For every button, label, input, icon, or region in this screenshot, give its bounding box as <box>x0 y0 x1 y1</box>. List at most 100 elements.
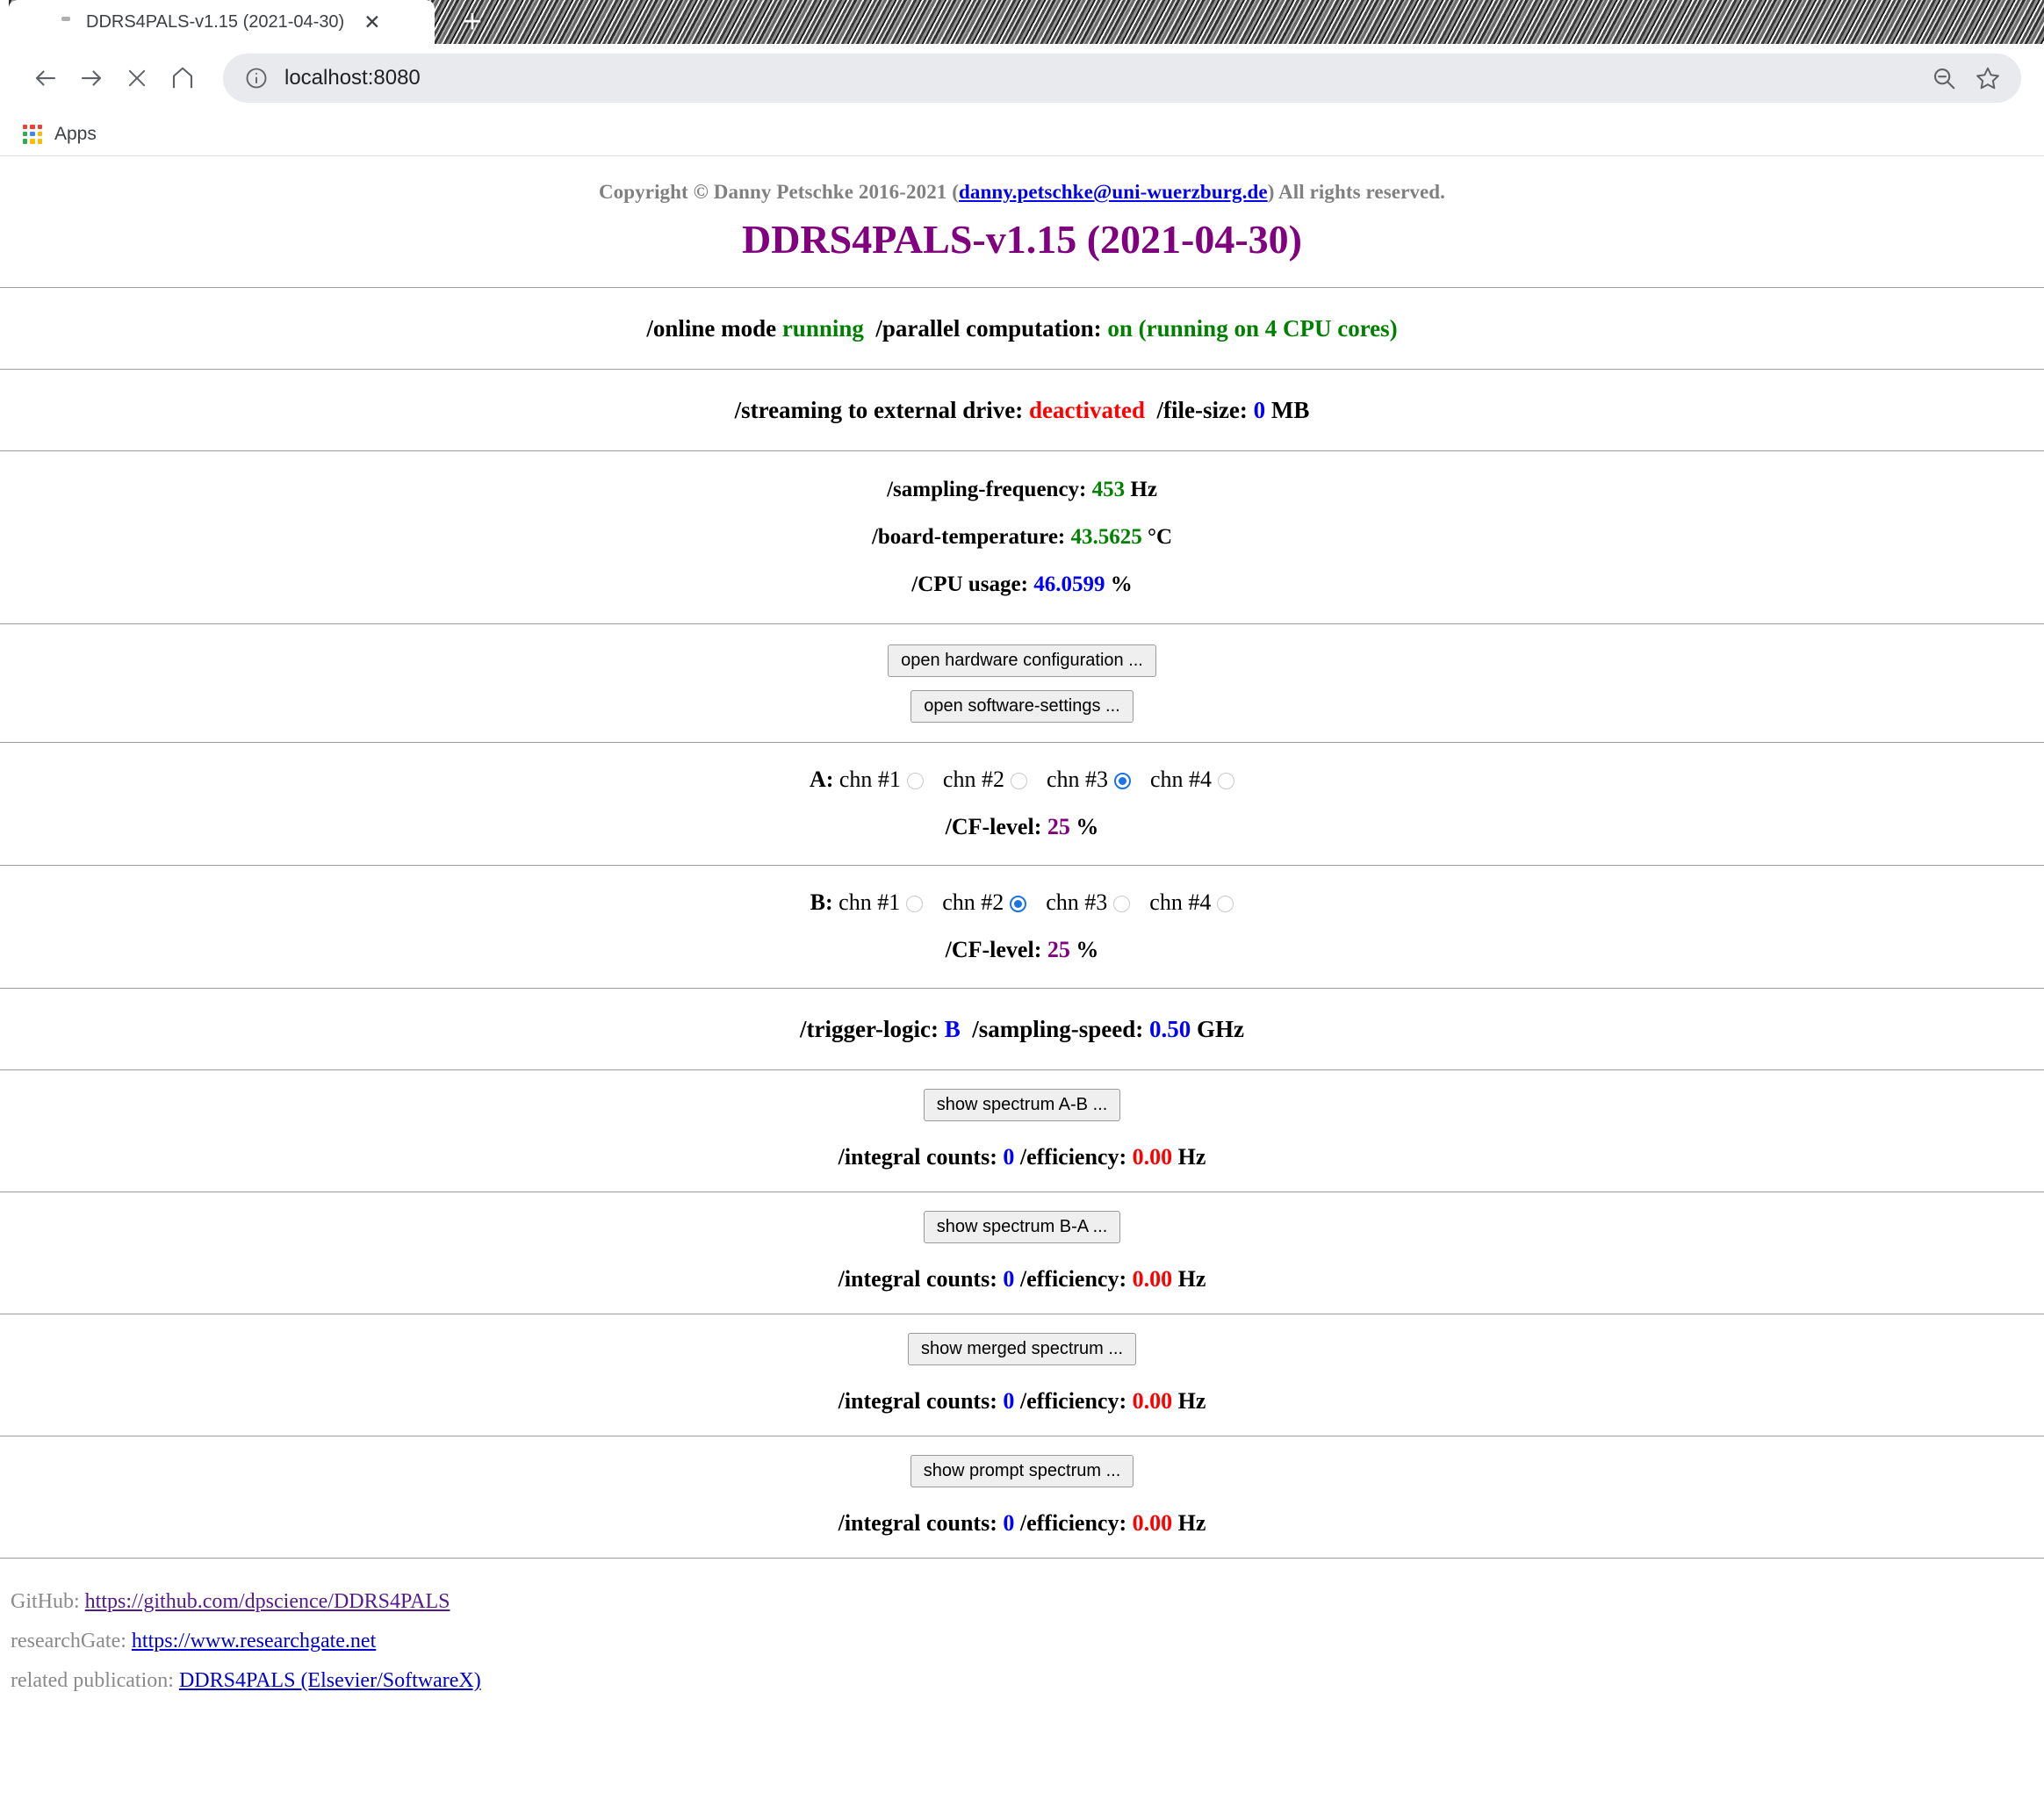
configuration-buttons-block: open hardware configuration ... open sof… <box>0 625 2044 742</box>
channel-b-cf-level-row: /CF-level: 25 % <box>0 916 2044 988</box>
efficiency-label: /efficiency: <box>1019 1144 1127 1170</box>
new-tab-button[interactable]: + <box>457 5 488 39</box>
spectrum-ba-counts-row: /integral counts: 0 /efficiency: 0.00 Hz <box>0 1249 2044 1314</box>
channel-b-radio-2[interactable] <box>1010 896 1027 912</box>
page-content: Copyright © Danny Petschke 2016-2021 (da… <box>0 156 2044 1701</box>
page-favicon-icon <box>61 16 70 21</box>
channel-b-radio-1[interactable] <box>906 896 924 912</box>
zoom-out-icon[interactable] <box>1925 59 1963 97</box>
tab-close-icon[interactable]: ✕ <box>363 11 380 32</box>
channel-a-cf-value: 25 <box>1047 814 1070 839</box>
address-bar[interactable]: localhost:8080 <box>223 54 2021 103</box>
footer-github-label: GitHub: <box>11 1590 80 1613</box>
channel-b-option-3-label: chn #3 <box>1046 889 1108 915</box>
publication-link[interactable]: DDRS4PALS (Elsevier/SoftwareX) <box>179 1669 481 1692</box>
sampling-speed-label: /sampling-speed: <box>972 1016 1144 1042</box>
merged-spectrum-button-block: show merged spectrum ... <box>0 1315 2044 1371</box>
home-button-icon[interactable] <box>160 55 205 101</box>
merged-spectrum-counts-value: 0 <box>1003 1388 1015 1414</box>
channel-b-radio-4[interactable] <box>1217 896 1234 912</box>
channel-b-prefix: B: <box>810 889 833 915</box>
channel-b-radio-3[interactable] <box>1113 896 1131 912</box>
site-info-icon[interactable] <box>244 66 269 90</box>
copyright-notice: Copyright © Danny Petschke 2016-2021 (da… <box>0 169 2044 212</box>
channel-a-radio-2[interactable] <box>1010 773 1027 789</box>
efficiency-unit: Hz <box>1177 1388 1206 1414</box>
integral-counts-label: /integral counts: <box>838 1266 997 1292</box>
tab-strip: DDRS4PALS-v1.15 (2021-04-30) ✕ + <box>0 0 2044 44</box>
back-button-icon[interactable] <box>23 55 68 101</box>
spectrum-ab-button-block: show spectrum A-B ... <box>0 1071 2044 1127</box>
sampling-frequency-value: 453 <box>1091 478 1126 501</box>
github-link[interactable]: https://github.com/dpscience/DDRS4PALS <box>85 1590 450 1613</box>
parallel-computation-label: /parallel computation: <box>875 315 1102 342</box>
efficiency-label: /efficiency: <box>1019 1266 1127 1292</box>
browser-tab-active[interactable]: DDRS4PALS-v1.15 (2021-04-30) ✕ <box>9 0 435 44</box>
page-footer: GitHub: https://github.com/dpscience/DDR… <box>0 1559 2044 1701</box>
browser-tab-title: DDRS4PALS-v1.15 (2021-04-30) <box>86 11 345 32</box>
channel-a-radio-1[interactable] <box>906 773 924 789</box>
spectrum-ba-button-block: show spectrum B-A ... <box>0 1193 2044 1249</box>
author-email-link[interactable]: danny.petschke@uni-wuerzburg.de <box>959 181 1268 203</box>
trigger-logic-value: B <box>944 1016 961 1042</box>
show-spectrum-ab-button[interactable]: show spectrum A-B ... <box>923 1089 1121 1121</box>
spectrum-ab-efficiency-value: 0.00 <box>1132 1144 1173 1170</box>
efficiency-unit: Hz <box>1177 1510 1206 1536</box>
prompt-spectrum-button-block: show prompt spectrum ... <box>0 1437 2044 1493</box>
copyright-prefix: Copyright © Danny Petschke 2016-2021 ( <box>598 181 960 203</box>
cpu-usage-label: /CPU usage: <box>911 572 1028 596</box>
stop-loading-icon[interactable] <box>114 55 160 101</box>
channel-a-cf-level-row: /CF-level: 25 % <box>0 793 2044 865</box>
footer-github-row: GitHub: https://github.com/dpscience/DDR… <box>11 1582 2044 1622</box>
sampling-frequency-unit: Hz <box>1130 478 1157 501</box>
integral-counts-label: /integral counts: <box>838 1510 997 1536</box>
file-size-label: /file-size: <box>1156 397 1248 423</box>
prompt-spectrum-efficiency-value: 0.00 <box>1132 1510 1173 1536</box>
show-merged-spectrum-button[interactable]: show merged spectrum ... <box>907 1333 1137 1365</box>
researchgate-link[interactable]: https://www.researchgate.net <box>132 1630 376 1652</box>
apps-grid-icon <box>23 124 42 144</box>
integral-counts-label: /integral counts: <box>838 1144 997 1170</box>
footer-researchgate-label: researchGate: <box>11 1630 126 1652</box>
show-prompt-spectrum-button[interactable]: show prompt spectrum ... <box>910 1455 1134 1487</box>
efficiency-unit: Hz <box>1177 1144 1206 1170</box>
footer-researchgate-row: researchGate: https://www.researchgate.n… <box>11 1622 2044 1661</box>
channel-a-radio-4[interactable] <box>1218 773 1235 789</box>
cpu-usage-unit: % <box>1110 572 1133 596</box>
sampling-frequency-row: /sampling-frequency: 453 Hz <box>0 466 2044 514</box>
trigger-logic-row: /trigger-logic: B /sampling-speed: 0.50 … <box>0 990 2044 1069</box>
browser-toolbar: localhost:8080 <box>0 44 2044 112</box>
bookmark-apps-label: Apps <box>54 123 97 144</box>
channel-a-option-3-label: chn #3 <box>1046 767 1109 792</box>
open-software-settings-button[interactable]: open software-settings ... <box>910 690 1134 723</box>
bookmark-star-icon[interactable] <box>1968 59 2007 97</box>
online-mode-value: running <box>781 315 864 342</box>
bookmark-apps-shortcut[interactable]: Apps <box>16 120 104 148</box>
prompt-spectrum-counts-value: 0 <box>1003 1510 1015 1536</box>
show-spectrum-ba-button[interactable]: show spectrum B-A ... <box>923 1211 1121 1243</box>
cpu-usage-row: /CPU usage: 46.0599 % <box>0 561 2044 608</box>
streaming-label: /streaming to external drive: <box>734 397 1024 423</box>
channel-a-option-2-label: chn #2 <box>942 767 1004 792</box>
spectrum-ab-counts-row: /integral counts: 0 /efficiency: 0.00 Hz <box>0 1127 2044 1192</box>
spectrum-ba-counts-value: 0 <box>1003 1266 1015 1292</box>
efficiency-label: /efficiency: <box>1019 1510 1127 1536</box>
file-size-value: 0 <box>1253 397 1266 423</box>
board-temperature-value: 43.5625 <box>1070 525 1142 549</box>
channel-a-radio-3[interactable] <box>1114 773 1132 789</box>
board-temperature-row: /board-temperature: 43.5625 °C <box>0 514 2044 561</box>
channel-a-prefix: A: <box>809 767 834 792</box>
copyright-suffix: ) All rights reserved. <box>1267 181 1446 203</box>
board-temperature-label: /board-temperature: <box>871 525 1066 549</box>
forward-button-icon[interactable] <box>68 55 114 101</box>
channel-b-cf-value: 25 <box>1047 937 1070 962</box>
trigger-logic-label: /trigger-logic: <box>800 1016 939 1042</box>
address-bar-url[interactable]: localhost:8080 <box>284 66 1919 90</box>
merged-spectrum-efficiency-value: 0.00 <box>1132 1388 1173 1414</box>
cpu-usage-value: 46.0599 <box>1033 572 1105 596</box>
prompt-spectrum-counts-row: /integral counts: 0 /efficiency: 0.00 Hz <box>0 1493 2044 1558</box>
channel-b-option-2-label: chn #2 <box>942 889 1004 915</box>
open-hardware-configuration-button[interactable]: open hardware configuration ... <box>888 644 1156 677</box>
merged-spectrum-counts-row: /integral counts: 0 /efficiency: 0.00 Hz <box>0 1371 2044 1436</box>
